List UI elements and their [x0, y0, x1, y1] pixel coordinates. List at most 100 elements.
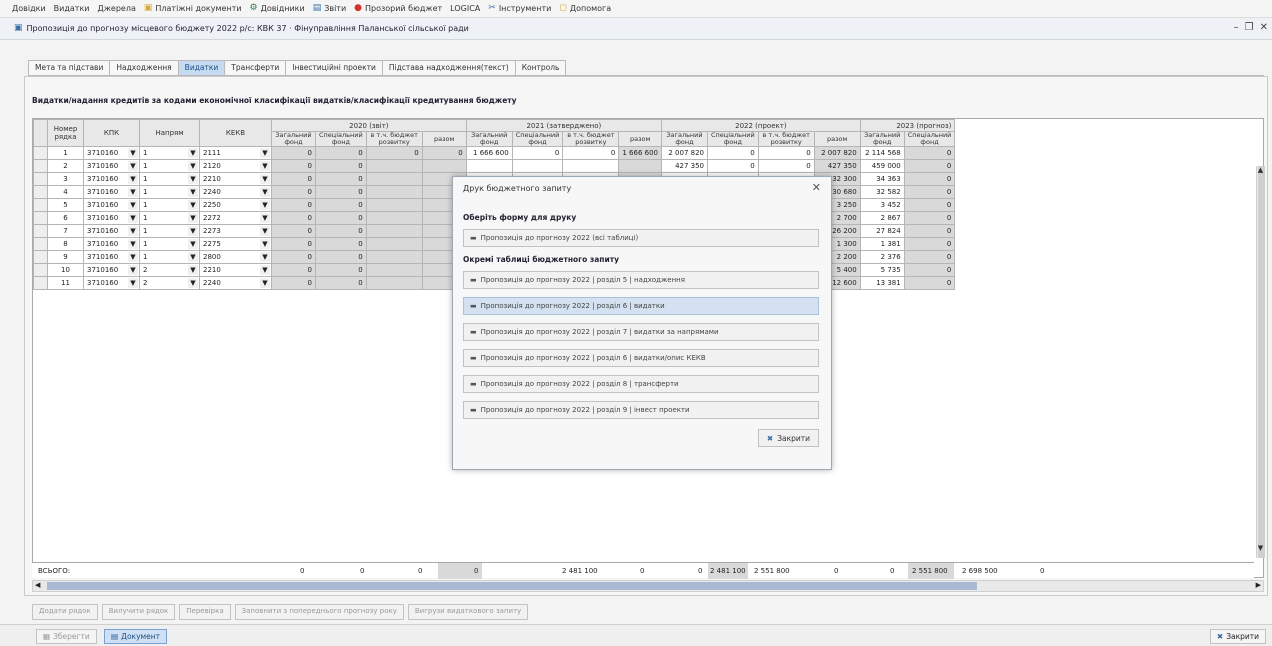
cell-y21-2[interactable]: 0	[562, 146, 620, 160]
dropdown-arrow-icon[interactable]: ▼	[128, 239, 138, 249]
menu-item-dzherela[interactable]: Джерела	[97, 4, 135, 13]
cell-y20-1[interactable]: 0	[315, 224, 367, 238]
row-selector[interactable]	[33, 185, 48, 199]
cell-y20-2[interactable]	[365, 224, 423, 238]
kpk-select[interactable]: 3710160 ▼	[83, 237, 140, 251]
cell-y20-1[interactable]: 0	[315, 250, 367, 264]
kekv-select[interactable]: 2272 ▼	[199, 211, 272, 225]
cell-y23-1[interactable]: 0	[903, 172, 956, 186]
check-button[interactable]: Перевірка	[179, 604, 231, 620]
menu-item-dovidky[interactable]: Довідки	[12, 4, 46, 13]
kekv-select[interactable]: 2800 ▼	[199, 250, 272, 264]
tab-expenses[interactable]: Видатки	[177, 60, 225, 76]
dropdown-arrow-icon[interactable]: ▼	[128, 278, 138, 288]
dropdown-arrow-icon[interactable]: ▼	[188, 213, 198, 223]
cell-y20-1[interactable]: 0	[315, 159, 367, 173]
scroll-down-arrow-icon[interactable]: ▼	[1256, 544, 1265, 554]
dropdown-arrow-icon[interactable]: ▼	[260, 174, 270, 184]
dropdown-arrow-icon[interactable]: ▼	[260, 213, 270, 223]
col-total-2[interactable]: разом	[813, 131, 861, 147]
col-general-0[interactable]: Загальний фонд	[271, 131, 316, 147]
horizontal-scroll-thumb[interactable]	[47, 582, 977, 590]
col-total-1[interactable]: разом	[618, 131, 663, 147]
kekv-select[interactable]: 2240 ▼	[199, 276, 272, 290]
dropdown-arrow-icon[interactable]: ▼	[128, 213, 138, 223]
cell-y23-0[interactable]: 2 114 568	[859, 146, 905, 160]
cell-y23-0[interactable]: 3 452	[859, 198, 905, 212]
scroll-right-arrow-icon[interactable]: ▶	[1256, 581, 1261, 589]
cell-y20-2[interactable]	[365, 263, 423, 277]
cell-y20-0[interactable]: 0	[271, 146, 316, 160]
direction-select[interactable]: 1 ▼	[139, 250, 200, 264]
print-section-5-button[interactable]: ▬ Пропозиція до прогнозу 2022 | розділ 5 …	[463, 271, 819, 289]
dropdown-arrow-icon[interactable]: ▼	[260, 187, 270, 197]
dropdown-arrow-icon[interactable]: ▼	[260, 200, 270, 210]
col-kpk[interactable]: КПК	[83, 119, 140, 147]
row-selector[interactable]	[33, 211, 48, 225]
direction-select[interactable]: 1 ▼	[139, 237, 200, 251]
dropdown-arrow-icon[interactable]: ▼	[128, 200, 138, 210]
direction-select[interactable]: 1 ▼	[139, 224, 200, 238]
cell-y20-2[interactable]	[365, 198, 423, 212]
kpk-select[interactable]: 3710160 ▼	[83, 211, 140, 225]
print-all-tables-button[interactable]: ▬ Пропозиція до прогнозу 2022 (всі таблиц…	[463, 229, 819, 247]
tab-investment[interactable]: Інвестиційні проекти	[285, 60, 382, 76]
tab-control[interactable]: Контроль	[514, 60, 567, 76]
cell-y20-0[interactable]: 0	[271, 250, 316, 264]
cell-y20-2[interactable]	[365, 185, 423, 199]
cell-y20-3[interactable]	[421, 159, 467, 173]
document-button[interactable]: ▤ Документ	[104, 629, 168, 644]
cell-y20-0[interactable]: 0	[271, 185, 316, 199]
cell-y23-0[interactable]: 5 735	[859, 263, 905, 277]
cell-y20-1[interactable]: 0	[315, 198, 367, 212]
menu-item-tools[interactable]: ✂ Інструменти	[488, 4, 551, 14]
tab-meta[interactable]: Мета та підстави	[28, 60, 110, 76]
dropdown-arrow-icon[interactable]: ▼	[188, 239, 198, 249]
cell-y23-0[interactable]: 32 582	[859, 185, 905, 199]
direction-select[interactable]: 2 ▼	[139, 276, 200, 290]
print-section-6-kekv-button[interactable]: ▬ Пропозиція до прогнозу 2022 | розділ 6 …	[463, 349, 819, 367]
menu-item-logica[interactable]: LOGICA	[450, 4, 480, 13]
cell-y20-0[interactable]: 0	[271, 237, 316, 251]
kekv-select[interactable]: 2275 ▼	[199, 237, 272, 251]
scroll-up-arrow-icon[interactable]: ▲	[1256, 166, 1265, 176]
dropdown-arrow-icon[interactable]: ▼	[188, 278, 198, 288]
dropdown-arrow-icon[interactable]: ▼	[188, 174, 198, 184]
dropdown-arrow-icon[interactable]: ▼	[128, 265, 138, 275]
cell-y20-1[interactable]: 0	[315, 185, 367, 199]
dropdown-arrow-icon[interactable]: ▼	[128, 252, 138, 262]
window-close-icon[interactable]: ✕	[1260, 22, 1268, 33]
direction-select[interactable]: 1 ▼	[139, 146, 200, 160]
print-section-9-button[interactable]: ▬ Пропозиція до прогнозу 2022 | розділ 9 …	[463, 401, 819, 419]
kekv-select[interactable]: 2111 ▼	[199, 146, 272, 160]
cell-y23-0[interactable]: 459 000	[859, 159, 905, 173]
vertical-scrollbar[interactable]	[1256, 166, 1265, 558]
cell-y21-0[interactable]	[465, 159, 513, 173]
export-request-button[interactable]: Вигрузи видаткового запиту	[407, 604, 529, 620]
col-general-2[interactable]: Загальний фонд	[661, 131, 709, 147]
cell-y20-0[interactable]: 0	[271, 172, 316, 186]
cell-y20-0[interactable]: 0	[271, 198, 316, 212]
table-row[interactable]: 2 3710160 ▼ 1 ▼ 2120 ▼ 0 0 427 350 0 0 427 350 459 00…	[33, 159, 956, 173]
kpk-select[interactable]: 3710160 ▼	[83, 172, 140, 186]
kekv-select[interactable]: 2210 ▼	[199, 172, 272, 186]
cell-y20-0[interactable]: 0	[271, 263, 316, 277]
dropdown-arrow-icon[interactable]: ▼	[128, 226, 138, 236]
cell-y23-0[interactable]: 1 381	[859, 237, 905, 251]
cell-y23-1[interactable]: 0	[903, 159, 956, 173]
save-button[interactable]: ▦ Зберегти	[36, 629, 97, 644]
print-section-7-button[interactable]: ▬ Пропозиція до прогнозу 2022 | розділ 7 …	[463, 323, 819, 341]
cell-y20-2[interactable]: 0	[365, 146, 423, 160]
cell-y22-2[interactable]: 0	[757, 159, 815, 173]
kpk-select[interactable]: 3710160 ▼	[83, 263, 140, 277]
horizontal-scrollbar[interactable]: ◀ ▶	[32, 580, 1264, 592]
dropdown-arrow-icon[interactable]: ▼	[260, 252, 270, 262]
cell-y22-3[interactable]: 427 350	[813, 159, 861, 173]
cell-y23-0[interactable]: 34 363	[859, 172, 905, 186]
cell-y23-1[interactable]: 0	[903, 250, 956, 264]
cell-y20-2[interactable]	[365, 250, 423, 264]
kekv-select[interactable]: 2273 ▼	[199, 224, 272, 238]
cell-y20-0[interactable]: 0	[271, 211, 316, 225]
cell-y20-1[interactable]: 0	[315, 211, 367, 225]
direction-select[interactable]: 1 ▼	[139, 198, 200, 212]
